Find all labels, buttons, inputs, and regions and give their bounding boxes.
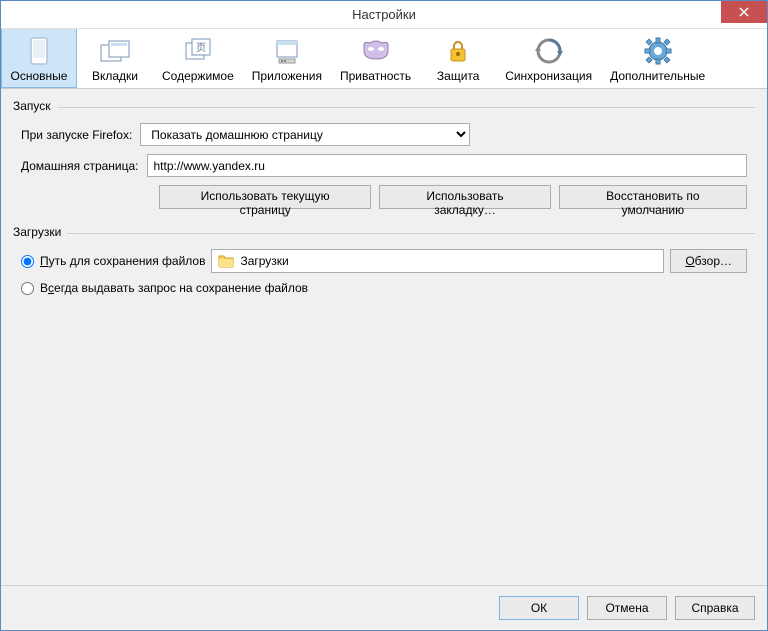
- general-icon: [23, 35, 55, 67]
- save-path-radio[interactable]: [21, 255, 34, 268]
- tab-advanced[interactable]: Дополнительные: [601, 29, 714, 88]
- download-path-display: Загрузки: [211, 249, 664, 273]
- use-bookmark-button[interactable]: Использовать закладку…: [379, 185, 550, 209]
- window-title: Настройки: [1, 7, 767, 22]
- settings-window: Настройки Основные Вкладки 页 Содержимое: [0, 0, 768, 631]
- category-toolbar: Основные Вкладки 页 Содержимое Приложения…: [1, 29, 767, 89]
- tab-label: Синхронизация: [505, 69, 592, 83]
- folder-icon: [218, 253, 234, 269]
- divider: [13, 107, 755, 108]
- downloads-group-label: Загрузки: [13, 225, 67, 239]
- privacy-mask-icon: [360, 35, 392, 67]
- tab-sync[interactable]: Синхронизация: [496, 29, 601, 88]
- always-ask-radio[interactable]: [21, 282, 34, 295]
- restore-default-button[interactable]: Восстановить по умолчанию: [559, 185, 747, 209]
- folder-name: Загрузки: [240, 254, 288, 268]
- tab-content[interactable]: 页 Содержимое: [153, 29, 243, 88]
- dialog-footer: ОК Отмена Справка: [1, 585, 767, 630]
- homepage-input[interactable]: [147, 154, 748, 177]
- tab-label: Приложения: [252, 69, 322, 83]
- startup-group: Запуск При запуске Firefox: Показать дом…: [13, 99, 755, 217]
- close-button[interactable]: [721, 1, 767, 23]
- always-ask-label[interactable]: Всегда выдавать запрос на сохранение фай…: [40, 281, 308, 295]
- homepage-label: Домашняя страница:: [21, 159, 139, 173]
- lock-icon: [442, 35, 474, 67]
- save-path-label[interactable]: Путь для сохранения файлов: [40, 254, 205, 268]
- tab-applications[interactable]: Приложения: [243, 29, 331, 88]
- tab-label: Дополнительные: [610, 69, 705, 83]
- tab-privacy[interactable]: Приватность: [331, 29, 420, 88]
- tab-label: Защита: [437, 69, 480, 83]
- svg-text:页: 页: [196, 42, 206, 54]
- content-area: Запуск При запуске Firefox: Показать дом…: [1, 89, 767, 585]
- startup-group-label: Запуск: [13, 99, 57, 113]
- divider: [13, 233, 755, 234]
- downloads-group: Загрузки Путь для сохранения файлов Загр…: [13, 225, 755, 311]
- tab-security[interactable]: Защита: [420, 29, 496, 88]
- tab-label: Вкладки: [92, 69, 138, 83]
- cancel-button[interactable]: Отмена: [587, 596, 667, 620]
- launch-select[interactable]: Показать домашнюю страницу: [140, 123, 470, 146]
- sync-icon: [533, 35, 565, 67]
- tabs-icon: [99, 35, 131, 67]
- content-icon: 页: [182, 35, 214, 67]
- applications-icon: [271, 35, 303, 67]
- tab-general[interactable]: Основные: [1, 29, 77, 88]
- tab-tabs[interactable]: Вкладки: [77, 29, 153, 88]
- browse-button[interactable]: Обзор…: [670, 249, 747, 273]
- tab-label: Основные: [11, 69, 68, 83]
- titlebar: Настройки: [1, 1, 767, 29]
- ok-button[interactable]: ОК: [499, 596, 579, 620]
- close-icon: [739, 7, 749, 17]
- tab-label: Приватность: [340, 69, 411, 83]
- help-button[interactable]: Справка: [675, 596, 755, 620]
- use-current-page-button[interactable]: Использовать текущую страницу: [159, 185, 371, 209]
- tab-label: Содержимое: [162, 69, 234, 83]
- launch-label: При запуске Firefox:: [21, 128, 132, 142]
- gear-icon: [642, 35, 674, 67]
